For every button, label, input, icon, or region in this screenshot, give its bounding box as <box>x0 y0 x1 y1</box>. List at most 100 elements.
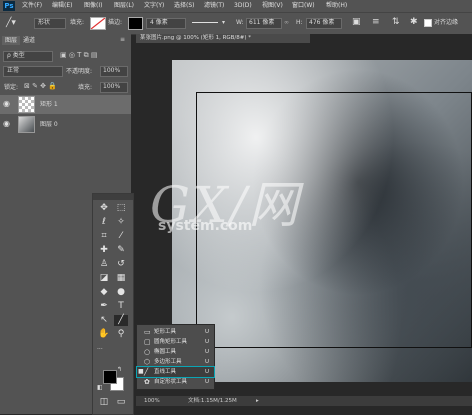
path-operations-icon[interactable]: ▣ <box>352 17 361 27</box>
menu-edit[interactable]: 编辑(E) <box>52 2 72 10</box>
menu-window[interactable]: 窗口(W) <box>292 2 315 10</box>
menu-select[interactable]: 选择(S) <box>174 2 195 10</box>
dodge-icon[interactable]: ● <box>114 287 128 298</box>
menu-bar: Ps 文件(F) 编辑(E) 图像(I) 图层(L) 文字(Y) 选择(S) 滤… <box>0 0 472 12</box>
zoom-level[interactable]: 100% <box>144 396 160 406</box>
magic-wand-icon[interactable]: ✧ <box>114 217 128 228</box>
document-info[interactable]: 文档:1.15M/1.25M <box>188 396 237 406</box>
align-edges-checkbox[interactable] <box>424 19 432 27</box>
hand-icon[interactable]: ✋ <box>97 329 111 340</box>
stroke-type-icon[interactable] <box>192 22 218 23</box>
layer-thumbnail <box>18 116 35 133</box>
path-select-icon[interactable]: ↖ <box>97 315 111 326</box>
flyout-item-polygon[interactable]: ⬡ 多边形工具 U <box>137 357 214 367</box>
blend-mode-value: 正常 <box>7 67 20 74</box>
layer-name: 图层 0 <box>40 121 58 128</box>
mode-dropdown[interactable]: 形状 <box>34 18 66 29</box>
stroke-swatch[interactable] <box>128 17 143 30</box>
flyout-label: 圆角矩形工具 <box>154 339 188 345</box>
fill-swatch[interactable] <box>90 17 106 30</box>
layer-row[interactable]: ◉ 图层 0 <box>0 115 131 134</box>
flyout-label: 椭圆工具 <box>154 349 177 355</box>
flyout-label: 直线工具 <box>154 369 177 375</box>
visibility-eye-icon[interactable]: ◉ <box>3 119 10 128</box>
line-tool-preset-icon[interactable]: ╱▾ <box>6 18 16 28</box>
status-chevron-icon[interactable]: ▸ <box>256 396 259 406</box>
lock-icons[interactable]: ⊠ ✎ ✥ 🔒 <box>24 82 57 90</box>
gear-icon[interactable]: ✱ <box>410 17 418 27</box>
width-field[interactable]: 611 像素 <box>246 18 282 29</box>
panel-menu-icon[interactable]: ≡ <box>120 36 125 43</box>
menu-filter[interactable]: 滤镜(T) <box>204 2 224 10</box>
watermark-site: system.com <box>158 218 253 234</box>
kind-filter-dropdown[interactable]: ρ 类型 <box>3 51 53 62</box>
crop-icon[interactable]: ⌗ <box>97 231 111 242</box>
tab-layers[interactable]: 图层 <box>2 36 21 45</box>
stroke-size-value: 4 像素 <box>150 19 168 26</box>
shape-tools-flyout: ▭ 矩形工具 U ▢ 圆角矩形工具 U ○ 椭圆工具 U ⬡ 多边形工具 U ■… <box>136 324 215 390</box>
eyedropper-icon[interactable]: ⁄ <box>114 231 128 242</box>
flyout-item-custom-shape[interactable]: ✿ 自定形状工具 U <box>137 377 214 387</box>
menu-3d[interactable]: 3D(D) <box>234 2 252 10</box>
visibility-eye-icon[interactable]: ◉ <box>3 99 10 108</box>
rect-icon: ▭ <box>144 328 151 336</box>
flyout-shortcut: U <box>205 369 210 375</box>
stroke-label: 描边: <box>108 19 123 26</box>
zoom-icon[interactable]: ⚲ <box>114 329 128 340</box>
stroke-size-field[interactable]: 4 像素 <box>146 18 186 29</box>
flyout-item-rectangle[interactable]: ▭ 矩形工具 U <box>137 327 214 337</box>
quick-mask-icon[interactable]: ◫ <box>97 397 111 408</box>
layer-row[interactable]: ◉ 矩形 1 <box>0 95 131 114</box>
stroke-type-chevron-icon[interactable]: ▾ <box>222 19 225 27</box>
fill-field[interactable]: 100% <box>100 82 128 93</box>
gradient-icon[interactable]: ▦ <box>114 273 128 284</box>
more-tools-icon[interactable]: ··· <box>97 346 103 353</box>
path-arrangement-icon[interactable]: ⇅ <box>392 17 400 27</box>
default-colors-icon[interactable]: ◧ <box>97 384 103 391</box>
menu-view[interactable]: 视图(V) <box>262 2 283 10</box>
pen-icon[interactable]: ✒ <box>97 301 111 312</box>
flyout-shortcut: U <box>205 329 210 335</box>
path-alignment-icon[interactable]: ≡ <box>372 17 380 27</box>
menu-layer[interactable]: 图层(L) <box>114 2 134 10</box>
type-icon[interactable]: T <box>114 301 128 312</box>
foreground-color-swatch[interactable] <box>103 370 117 384</box>
healing-icon[interactable]: ✚ <box>97 245 111 256</box>
line-icon[interactable]: ╱ <box>114 315 128 326</box>
flyout-item-rounded-rectangle[interactable]: ▢ 圆角矩形工具 U <box>137 337 214 347</box>
blend-mode-dropdown[interactable]: 正常 <box>3 66 63 77</box>
align-edges-label: 对齐边缘 <box>434 19 459 26</box>
menu-type[interactable]: 文字(Y) <box>144 2 164 10</box>
flyout-item-ellipse[interactable]: ○ 椭圆工具 U <box>137 347 214 357</box>
status-bar: 100% 文档:1.15M/1.25M ▸ <box>136 396 472 406</box>
custom-shape-icon: ✿ <box>144 378 150 386</box>
document-tab[interactable]: 某张图片.png @ 100% (矩形 1, RGB/8#) * <box>136 34 310 43</box>
swap-colors-icon[interactable]: ↰ <box>117 366 122 373</box>
toolbar-grip[interactable] <box>93 194 133 200</box>
menu-file[interactable]: 文件(F) <box>22 2 42 10</box>
link-icon[interactable]: ∞ <box>284 19 289 27</box>
flyout-item-line[interactable]: ■ ╱ 直线工具 U <box>136 366 215 378</box>
fill-value: 100% <box>103 83 121 90</box>
tools-panel: ✥ ⬚ ℓ ✧ ⌗ ⁄ ✚ ✎ ♙ ↺ ◪ ▦ ◆ ● ✒ T ↖ ╱ ✋ ⚲ … <box>92 193 134 415</box>
menu-help[interactable]: 帮助(H) <box>326 2 347 10</box>
selected-bullet-icon: ■ <box>138 368 144 375</box>
opacity-field[interactable]: 100% <box>100 66 128 77</box>
move-icon[interactable]: ✥ <box>97 203 111 214</box>
marquee-icon[interactable]: ⬚ <box>114 203 128 214</box>
brush-icon[interactable]: ✎ <box>114 245 128 256</box>
lasso-icon[interactable]: ℓ <box>97 217 111 228</box>
fill-label: 填充: <box>70 19 85 26</box>
screen-mode-icon[interactable]: ▭ <box>114 397 128 408</box>
height-field[interactable]: 476 像素 <box>306 18 342 29</box>
menu-image[interactable]: 图像(I) <box>84 2 102 10</box>
stamp-icon[interactable]: ♙ <box>97 259 111 270</box>
tab-channels[interactable]: 通道 <box>20 36 38 45</box>
filter-icons[interactable]: ▣ ◎ T ⧉ ▤ <box>60 51 98 60</box>
blur-icon[interactable]: ◆ <box>97 287 111 298</box>
layer-name: 矩形 1 <box>40 101 58 108</box>
history-brush-icon[interactable]: ↺ <box>114 259 128 270</box>
no-fill-icon <box>90 17 106 30</box>
rounded-rect-icon: ▢ <box>144 338 151 346</box>
eraser-icon[interactable]: ◪ <box>97 273 111 284</box>
